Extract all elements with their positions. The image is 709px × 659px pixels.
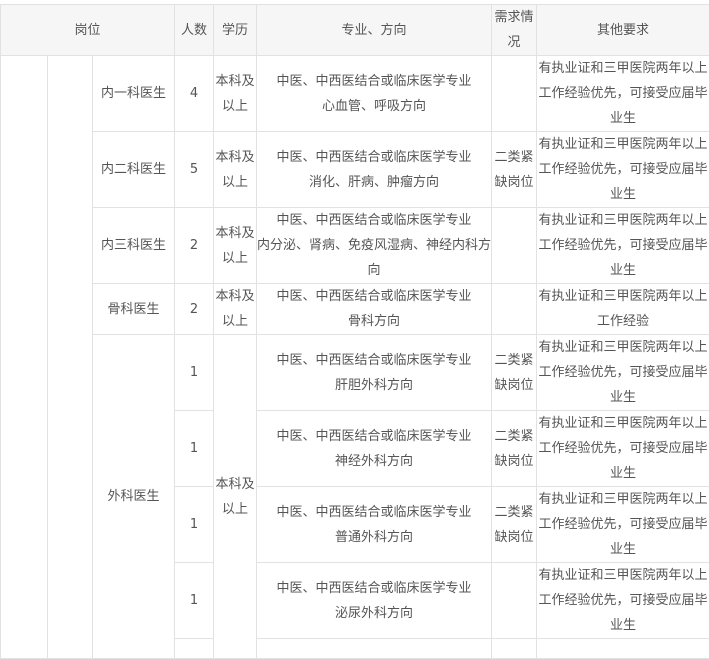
direction-line: 泌尿外科方向 (257, 601, 491, 626)
direction-line: 神经外科方向 (257, 449, 491, 474)
major-cell: 中医、中西医结合或临床医学专业心血管、呼吸方向 (257, 56, 492, 132)
post-cell: 内一科医生 (93, 56, 175, 132)
other-cell: 有执业证和三甲医院两年以上工作经验优先，可接受应届毕业生 (537, 56, 709, 132)
demand-cell (492, 56, 537, 132)
education-cell: 本科及以上 (214, 335, 257, 659)
major-line: 中医、中西医结合或临床医学专业 (257, 208, 491, 233)
demand-cell (492, 563, 537, 639)
major-line: 中医、中西医结合或临床医学专业 (257, 284, 491, 309)
table-row: 骨科医生 2 本科及以上 中医、中西医结合或临床医学专业骨科方向 有执业证和三甲… (1, 284, 709, 335)
major-cell: 中医、中西医结合或临床医学专业普通外科方向 (257, 487, 492, 563)
group-cell (1, 56, 48, 659)
table-row: 内一科医生 4 本科及以上 中医、中西医结合或临床医学专业心血管、呼吸方向 有执… (1, 56, 709, 132)
demand-cell: 二类紧缺岗位 (492, 132, 537, 208)
major-line: 中医、中西医结合或临床医学专业 (257, 69, 491, 94)
demand-cell (492, 208, 537, 284)
demand-cell: 二类紧缺岗位 (492, 487, 537, 563)
subgroup-cell (48, 56, 93, 659)
header-education: 学历 (214, 5, 257, 56)
major-cell: 中医、中西医结合或临床医学专业神经外科方向 (257, 411, 492, 487)
major-line: 中医、中西医结合或临床医学专业 (257, 348, 491, 373)
other-cell: 有执业证和三甲医院两年以上工作经验优先，可接受应届毕业生 (537, 411, 709, 487)
education-cell: 本科及以上 (214, 284, 257, 335)
other-cell: 有执业证和三甲医院两年以上工作经验优先，可接受应届毕业生 (537, 335, 709, 411)
education-cell: 本科及以上 (214, 132, 257, 208)
major-cell: 中医、中西医结合或临床医学专业肝胆外科方向 (257, 335, 492, 411)
count-cell: 1 (175, 335, 214, 411)
demand-cell: 二类紧缺岗位 (492, 411, 537, 487)
direction-line: 心血管、呼吸方向 (257, 94, 491, 119)
other-cell: 有执业证和三甲医院两年以上工作经验 (537, 284, 709, 335)
post-cell: 内三科医生 (93, 208, 175, 284)
demand-cell (492, 284, 537, 335)
count-cell: 5 (175, 132, 214, 208)
post-cell: 内二科医生 (93, 132, 175, 208)
major-line: 中医、中西医结合或临床医学专业 (257, 500, 491, 525)
other-cell: 有执业证和三甲医院两年以上工作经验优先，可接受应届毕业生 (537, 487, 709, 563)
header-post: 岗位 (1, 5, 175, 56)
header-count: 人数 (175, 5, 214, 56)
major-cell: 中医、中西医结合或临床医学专业骨科方向 (257, 284, 492, 335)
header-row: 岗位 人数 学历 专业、方向 需求情况 其他要求 (1, 5, 709, 56)
count-cell: 4 (175, 56, 214, 132)
major-cell: 中医、中西医结合或临床医学专业泌尿外科方向 (257, 563, 492, 639)
demand-cell: 二类紧缺岗位 (492, 335, 537, 411)
direction-line: 普通外科方向 (257, 525, 491, 550)
table-row: 内二科医生 5 本科及以上 中医、中西医结合或临床医学专业消化、肝病、肿瘤方向 … (1, 132, 709, 208)
major-line: 中医、中西医结合或临床医学专业 (257, 145, 491, 170)
count-cell: 2 (175, 208, 214, 284)
count-cell: 1 (175, 487, 214, 563)
direction-line: 消化、肝病、肿瘤方向 (257, 170, 491, 195)
other-cell: 有执业证和三甲医院两年以上工作经验优先，可接受应届毕业生 (537, 208, 709, 284)
count-cell: 2 (175, 284, 214, 335)
header-other: 其他要求 (537, 5, 709, 56)
header-major: 专业、方向 (257, 5, 492, 56)
major-line: 中医、中西医结合或临床医学专业 (257, 424, 491, 449)
education-cell: 本科及以上 (214, 56, 257, 132)
direction-line: 肝胆外科方向 (257, 373, 491, 398)
count-cell: 1 (175, 411, 214, 487)
post-cell: 外科医生 (93, 335, 175, 659)
header-demand: 需求情况 (492, 5, 537, 56)
education-cell: 本科及以上 (214, 208, 257, 284)
direction-line: 骨科方向 (257, 309, 491, 334)
table-row: 内三科医生 2 本科及以上 中医、中西医结合或临床医学专业内分泌、肾病、免疫风湿… (1, 208, 709, 284)
count-cell: 1 (175, 563, 214, 639)
other-cell: 有执业证和三甲医院两年以上工作经验优先，可接受应届毕业生 (537, 132, 709, 208)
major-cell: 中医、中西医结合或临床医学专业消化、肝病、肿瘤方向 (257, 132, 492, 208)
recruitment-table: 岗位 人数 学历 专业、方向 需求情况 其他要求 内一科医生 4 本科及以上 中… (0, 4, 709, 659)
direction-line: 内分泌、肾病、免疫风湿病、神经内科方向 (257, 233, 491, 283)
major-cell: 中医、中西医结合或临床医学专业内分泌、肾病、免疫风湿病、神经内科方向 (257, 208, 492, 284)
post-cell: 骨科医生 (93, 284, 175, 335)
major-line: 中医、中西医结合或临床医学专业 (257, 576, 491, 601)
table-row: 外科医生 1 本科及以上 中医、中西医结合或临床医学专业肝胆外科方向 二类紧缺岗… (1, 335, 709, 411)
other-cell: 有执业证和三甲医院两年以上工作经验优先，可接受应届毕业生 (537, 563, 709, 639)
